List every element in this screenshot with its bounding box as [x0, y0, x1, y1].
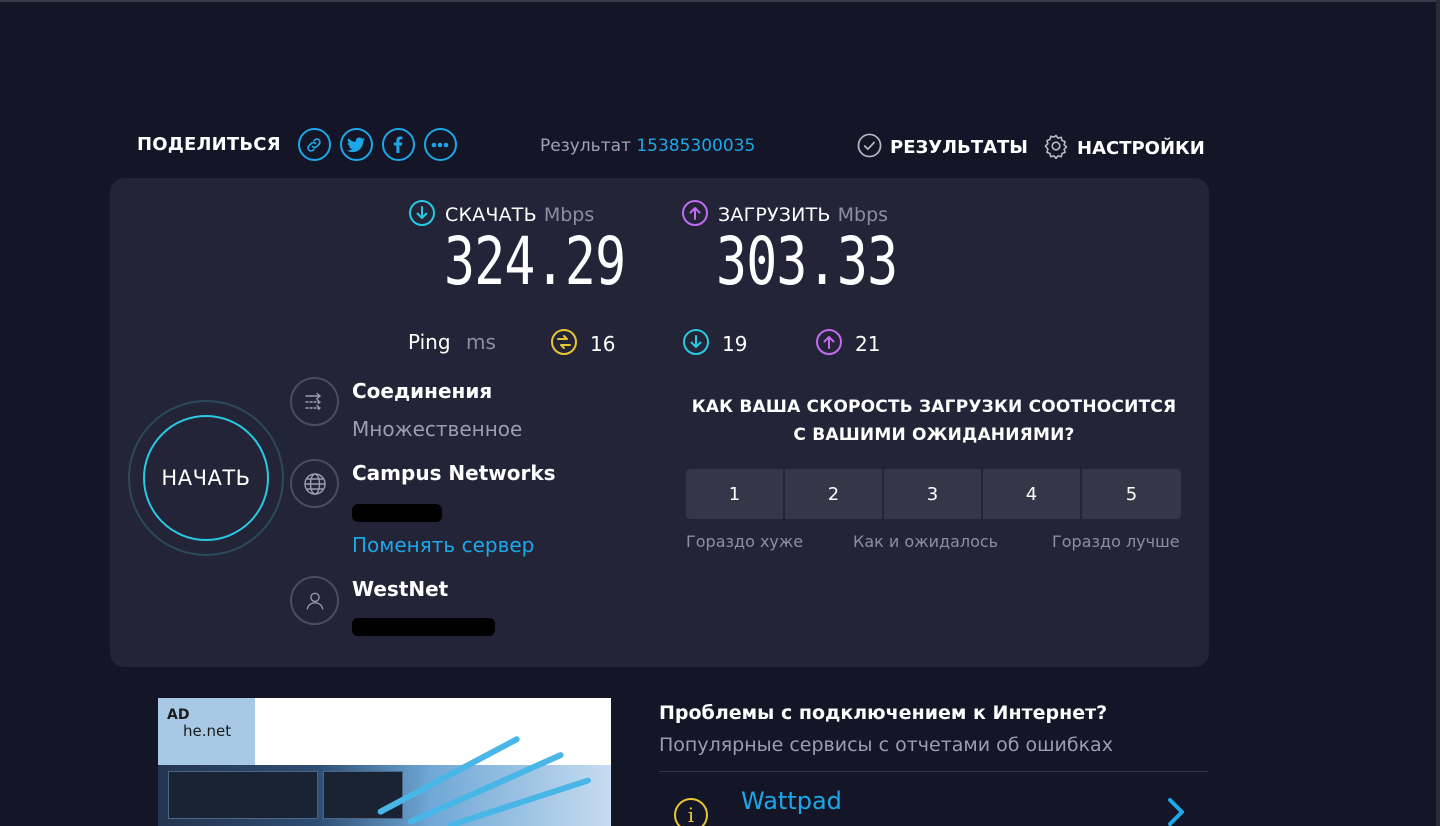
- settings-button[interactable]: НАСТРОЙКИ: [1043, 133, 1205, 163]
- rating-option-5[interactable]: 5: [1082, 469, 1181, 519]
- redacted-provider-ip: [352, 618, 495, 636]
- start-button[interactable]: НАЧАТЬ: [143, 415, 269, 541]
- connections-value: Множественное: [352, 417, 523, 441]
- share-bar: ПОДЕЛИТЬСЯ: [137, 128, 457, 161]
- ad-badge: AD: [167, 707, 190, 723]
- server-name: Campus Networks: [352, 461, 556, 485]
- problems-subtitle: Популярные сервисы с отчетами об ошибках: [659, 734, 1113, 756]
- rating-option-3[interactable]: 3: [884, 469, 981, 519]
- ping-idle-value: 16: [590, 332, 616, 356]
- idle-latency-icon: [550, 328, 578, 360]
- share-label: ПОДЕЛИТЬСЯ: [137, 134, 281, 155]
- problem-service-link[interactable]: Wattpad: [741, 787, 842, 815]
- ping-idle: 16: [550, 328, 615, 360]
- ping-unit: ms: [466, 330, 496, 354]
- result-label: Результат: [540, 136, 631, 156]
- connections-title: Соединения: [352, 379, 493, 403]
- download-value: 324.29: [444, 223, 626, 300]
- ad-domain: he.net: [183, 722, 232, 740]
- results-card: СКАЧАТЬ Mbps 324.29 ЗАГРУЗИТЬ Mbps 303.3…: [110, 178, 1209, 667]
- upload-latency-icon: [815, 328, 843, 360]
- ad-image-rack: [168, 771, 318, 819]
- rating-high-label: Гораздо лучше: [1052, 532, 1180, 551]
- ping-upload-value: 21: [855, 332, 881, 356]
- problems-divider: [659, 771, 1208, 772]
- gear-icon: [1043, 133, 1069, 163]
- upload-value: 303.33: [716, 223, 898, 300]
- more-icon[interactable]: [423, 128, 457, 161]
- settings-label: НАСТРОЙКИ: [1077, 137, 1205, 159]
- user-icon: [290, 576, 339, 625]
- window-right-border: [1436, 0, 1440, 826]
- download-arrow-icon: [408, 199, 436, 231]
- result-id: Результат 15385300035: [540, 136, 755, 156]
- chevron-right-icon[interactable]: [1164, 796, 1188, 826]
- connections-icon: [290, 377, 339, 426]
- globe-icon: [290, 459, 339, 508]
- ad-image-cable: [447, 776, 592, 826]
- rating-option-1[interactable]: 1: [686, 469, 783, 519]
- rating-mid-label: Как и ожидалось: [853, 532, 999, 551]
- facebook-icon[interactable]: [381, 128, 415, 161]
- info-icon: i: [674, 798, 708, 826]
- change-server-link[interactable]: Поменять сервер: [352, 533, 534, 557]
- provider-name: WestNet: [352, 577, 449, 601]
- link-icon[interactable]: [297, 128, 331, 161]
- window-top-border: [0, 0, 1440, 2]
- rating-option-2[interactable]: 2: [785, 469, 882, 519]
- advertisement[interactable]: AD he.net: [158, 698, 611, 826]
- twitter-icon[interactable]: [339, 128, 373, 161]
- rating-scale: 1 2 3 4 5: [686, 469, 1181, 519]
- start-ring: НАЧАТЬ: [128, 400, 284, 556]
- upload-arrow-icon: [681, 199, 709, 231]
- ad-image-rack: [323, 771, 403, 819]
- ping-download-value: 19: [722, 332, 748, 356]
- ping-upload: 21: [815, 328, 880, 360]
- download-latency-icon: [682, 328, 710, 360]
- ping-label: Ping: [408, 330, 451, 354]
- results-label: РЕЗУЛЬТАТЫ: [890, 137, 1028, 158]
- ping-row: Ping ms 16 19 21: [408, 328, 908, 358]
- results-button[interactable]: РЕЗУЛЬТАТЫ: [857, 133, 1028, 162]
- problems-title: Проблемы с подключением к Интернет?: [659, 702, 1108, 724]
- check-circle-icon: [857, 133, 882, 162]
- redacted-server-location: [352, 504, 442, 522]
- result-id-link[interactable]: 15385300035: [636, 136, 755, 156]
- rating-option-4[interactable]: 4: [983, 469, 1080, 519]
- survey-question: КАК ВАША СКОРОСТЬ ЗАГРУЗКИ СООТНОСИТСЯ С…: [691, 397, 1177, 445]
- ad-image: [158, 735, 611, 826]
- ping-download: 19: [682, 328, 747, 360]
- rating-low-label: Гораздо хуже: [686, 532, 804, 551]
